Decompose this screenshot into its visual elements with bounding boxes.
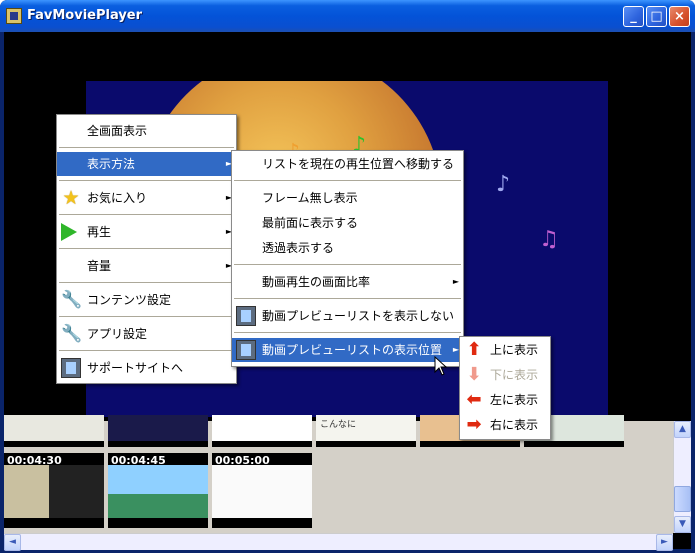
menu-item-move-list-to-position[interactable]: リストを現在の再生位置へ移動する <box>232 152 463 176</box>
menu-separator <box>59 180 234 181</box>
thumbnail-timestamp: 00:04:45 <box>111 454 166 467</box>
menu-item-show-left[interactable]: ⬅ 左に表示 <box>460 388 550 412</box>
display-method-submenu: リストを現在の再生位置へ移動する フレーム無し表示 最前面に表示する 透過表示す… <box>231 150 464 367</box>
wrench-icon: 🔧 <box>61 324 83 344</box>
menu-separator <box>234 180 461 181</box>
menu-separator <box>59 147 234 148</box>
film-icon <box>236 340 256 360</box>
preview-thumbnail[interactable]: 00:05:00 <box>212 453 312 528</box>
preview-thumbnail[interactable] <box>108 415 208 447</box>
music-note-icon: ♪ <box>495 172 511 197</box>
menu-item-frameless[interactable]: フレーム無し表示 <box>232 186 463 210</box>
menu-item-content-settings[interactable]: 🔧 コンテンツ設定 <box>57 288 236 312</box>
scrollbar-thumb[interactable] <box>674 486 691 512</box>
vertical-scrollbar[interactable]: ▲ ▼ <box>673 421 691 533</box>
film-icon <box>236 306 256 326</box>
preview-thumbnail[interactable]: 00:04:30 <box>4 453 104 528</box>
scroll-left-button[interactable]: ◄ <box>4 534 21 551</box>
menu-item-show-bottom: ⬇ 下に表示 <box>460 363 550 387</box>
menu-item-favorites[interactable]: ★ お気に入り ► <box>57 186 236 210</box>
menu-item-hide-preview-list[interactable]: 動画プレビューリストを表示しない <box>232 304 463 328</box>
horizontal-scrollbar[interactable]: ◄ ► <box>4 533 673 551</box>
menu-item-preview-list-position[interactable]: 動画プレビューリストの表示位置 ► <box>232 338 463 362</box>
arrow-right-icon: ➡ <box>466 414 482 435</box>
title-bar[interactable]: FavMoviePlayer _ □ × <box>0 0 695 32</box>
menu-item-volume[interactable]: 音量 ► <box>57 254 236 278</box>
preview-thumbnail[interactable] <box>212 415 312 447</box>
scroll-down-button[interactable]: ▼ <box>674 516 691 533</box>
thumbnail-timestamp: 00:04:30 <box>7 454 62 467</box>
star-icon: ★ <box>62 187 80 209</box>
play-icon <box>61 223 77 241</box>
maximize-button[interactable]: □ <box>646 6 667 27</box>
submenu-arrow-icon: ► <box>452 277 459 286</box>
menu-item-support-site[interactable]: サポートサイトへ <box>57 356 236 380</box>
music-note-icon: ♫ <box>539 227 559 252</box>
menu-separator <box>59 316 234 317</box>
menu-item-app-settings[interactable]: 🔧 アプリ設定 <box>57 322 236 346</box>
menu-item-aspect-ratio[interactable]: 動画再生の画面比率 ► <box>232 270 463 294</box>
menu-separator <box>234 264 461 265</box>
menu-separator <box>59 248 234 249</box>
thumbnail-timestamp: 00:05:00 <box>215 454 270 467</box>
minimize-button[interactable]: _ <box>623 6 644 27</box>
menu-item-always-on-top[interactable]: 最前面に表示する <box>232 211 463 235</box>
preview-thumbnail[interactable]: こんなに <box>316 415 416 447</box>
menu-item-show-top[interactable]: ⬆ 上に表示 <box>460 338 550 362</box>
preview-thumbnail[interactable] <box>4 415 104 447</box>
arrow-left-icon: ⬅ <box>466 389 482 410</box>
arrow-up-icon: ⬆ <box>466 339 482 360</box>
wrench-icon: 🔧 <box>61 290 83 310</box>
menu-separator <box>59 282 234 283</box>
menu-item-transparent[interactable]: 透過表示する <box>232 236 463 260</box>
window-title: FavMoviePlayer <box>27 8 143 23</box>
menu-separator <box>234 332 461 333</box>
preview-position-submenu: ⬆ 上に表示 ⬇ 下に表示 ⬅ 左に表示 ➡ 右に表示 <box>459 336 551 440</box>
thumbnail-caption: こんなに <box>320 420 357 430</box>
close-button[interactable]: × <box>669 6 690 27</box>
film-icon <box>61 358 81 378</box>
preview-list[interactable]: こんなに 00:04:30 00:04:45 00:05:00 <box>4 415 673 533</box>
menu-separator <box>234 298 461 299</box>
scroll-right-button[interactable]: ► <box>656 534 673 551</box>
preview-thumbnail[interactable]: 00:04:45 <box>108 453 208 528</box>
menu-item-fullscreen[interactable]: 全画面表示 <box>57 119 236 143</box>
menu-separator <box>59 214 234 215</box>
context-menu: 全画面表示 表示方法 ► ★ お気に入り ► 再生 ► 音量 ► 🔧 コンテンツ… <box>56 114 237 384</box>
scroll-up-button[interactable]: ▲ <box>674 421 691 438</box>
arrow-down-icon: ⬇ <box>466 364 482 385</box>
menu-item-display-method[interactable]: 表示方法 ► <box>57 152 236 176</box>
menu-item-show-right[interactable]: ➡ 右に表示 <box>460 413 550 437</box>
menu-item-play[interactable]: 再生 ► <box>57 220 236 244</box>
menu-separator <box>59 350 234 351</box>
app-icon[interactable] <box>6 8 22 24</box>
